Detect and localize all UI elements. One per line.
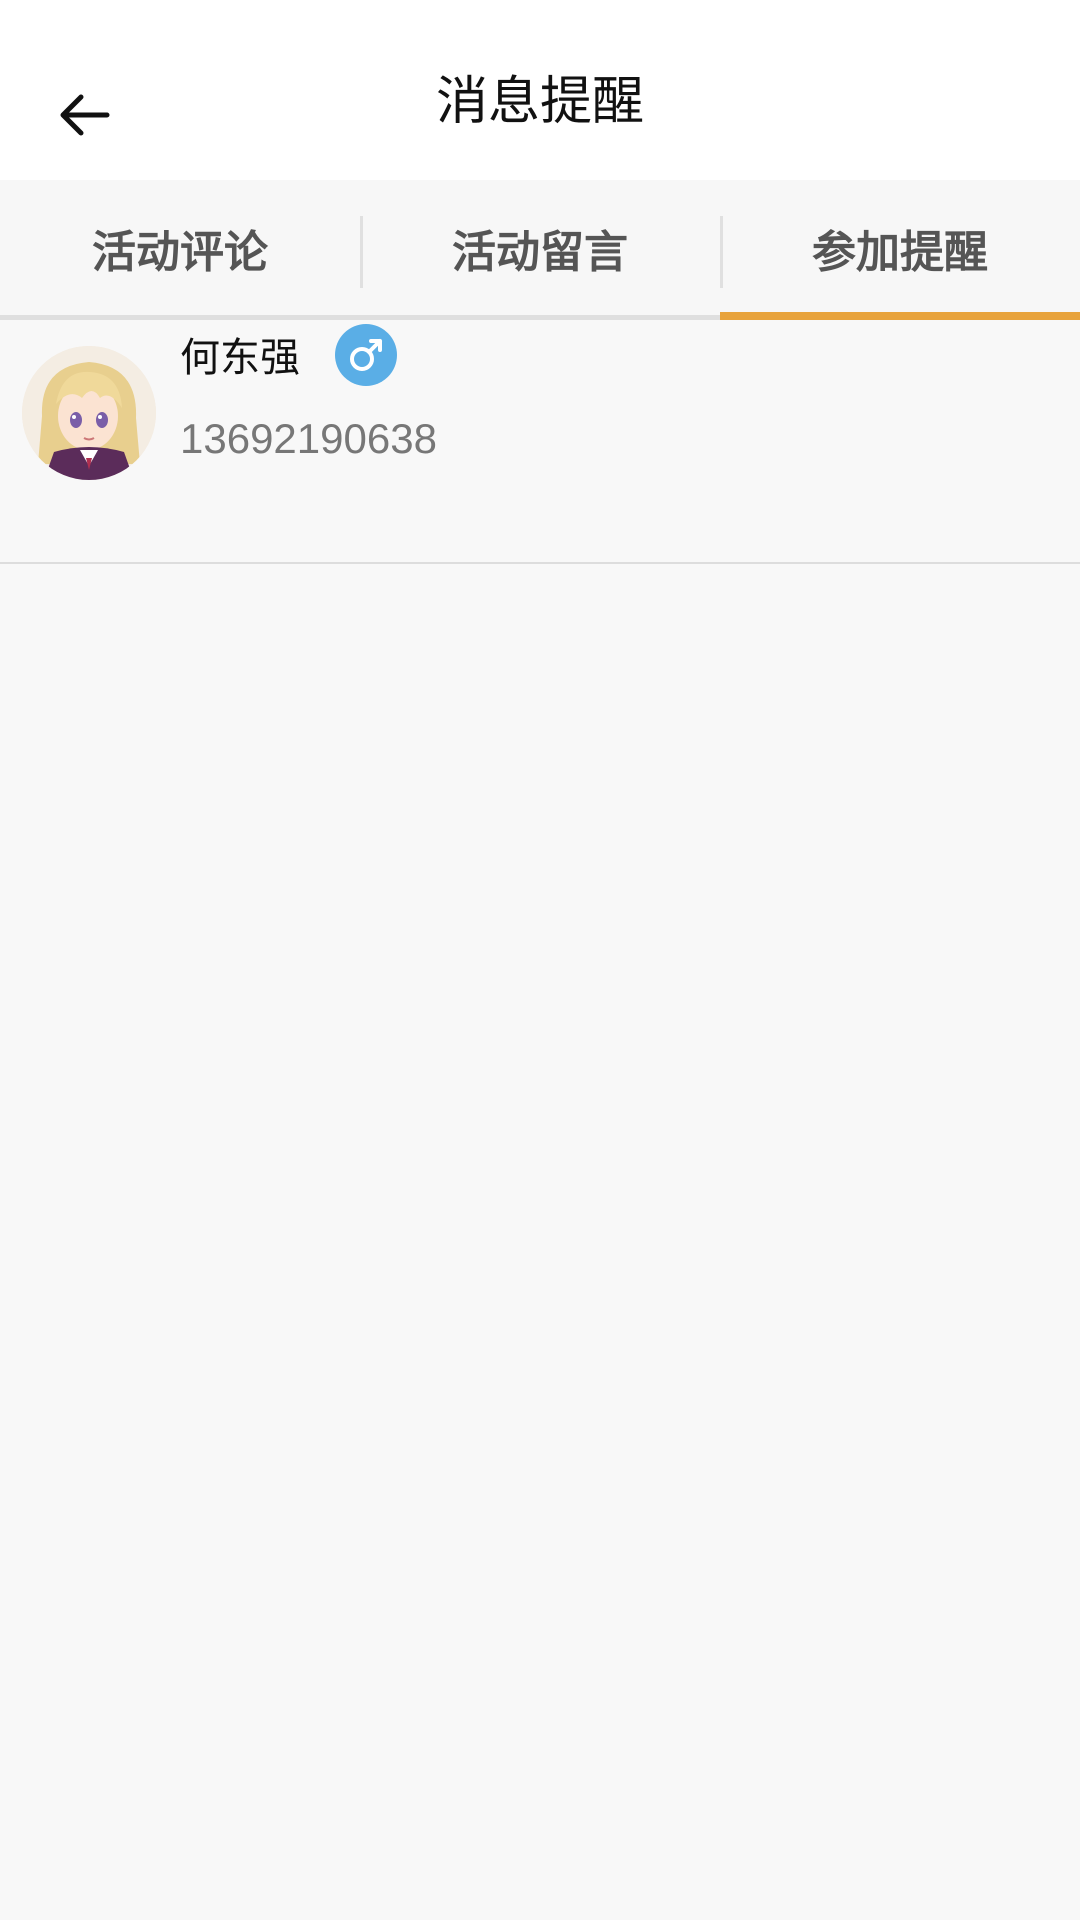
male-icon	[335, 324, 397, 386]
tab-bar: 活动评论 活动留言 参加提醒	[0, 180, 1080, 320]
tab-join-reminders[interactable]: 参加提醒	[720, 180, 1080, 320]
list-item[interactable]: 何东强 13692190638	[0, 320, 1080, 564]
reminder-list: 何东强 13692190638	[0, 320, 1080, 564]
page-title: 消息提醒	[435, 72, 644, 132]
user-name: 何东强	[180, 335, 300, 381]
phone-number: 13692190638	[180, 415, 437, 462]
tab-activity-messages[interactable]: 活动留言	[360, 180, 720, 315]
top-bar: 消息提醒	[0, 0, 1080, 180]
avatar[interactable]	[22, 346, 156, 480]
anime-girl-avatar-icon	[22, 346, 156, 480]
tab-activity-comments[interactable]: 活动评论	[0, 180, 360, 315]
